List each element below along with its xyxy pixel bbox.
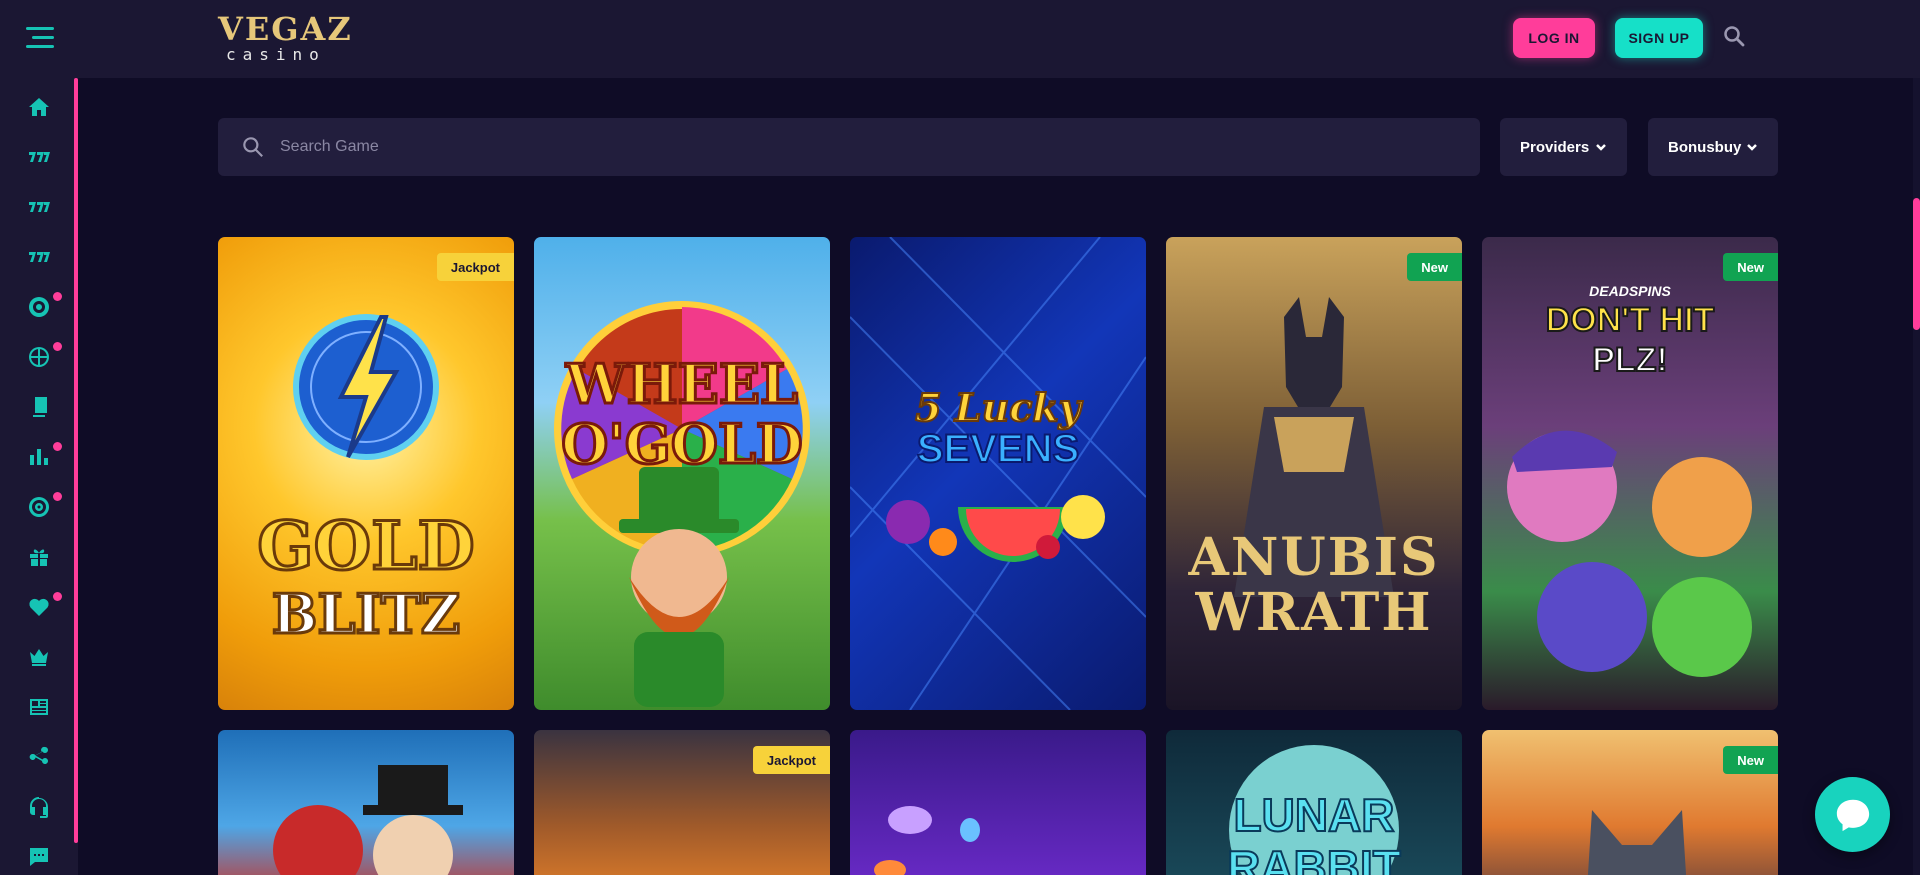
game-subtitle: PLZ!	[1591, 340, 1669, 380]
game-title: WHEEL	[565, 351, 800, 418]
crown-icon	[30, 649, 48, 666]
game-card[interactable]	[850, 730, 1146, 875]
game-subtitle: SEVENS	[916, 426, 1080, 472]
brand-logo[interactable]: VEGAZ casino	[218, 10, 353, 64]
search-icon	[243, 137, 263, 157]
notification-dot	[53, 492, 62, 501]
providers-label: Providers	[1520, 138, 1590, 156]
sidebar-item-slots-2[interactable]	[0, 182, 78, 232]
sidebar-item-news[interactable]	[0, 682, 78, 732]
sidebar-item-missions[interactable]	[0, 482, 78, 532]
sidebar-item-slots-3[interactable]	[0, 232, 78, 282]
logo-wordmark: VEGAZ	[218, 10, 353, 48]
sidebar-item-table-games[interactable]	[0, 382, 78, 432]
bar-chart-icon	[30, 449, 48, 465]
basketball-icon	[29, 347, 49, 367]
signup-button[interactable]: SIGN UP	[1615, 18, 1703, 58]
hamburger-menu-icon[interactable]	[26, 27, 54, 49]
game-card-wheel-o-gold[interactable]: WHEEL O'GOLD	[534, 237, 830, 710]
casino-chip-icon	[29, 297, 49, 317]
sidebar-item-support[interactable]	[0, 782, 78, 832]
game-provider: DEADSPINS	[1589, 283, 1671, 299]
chevron-down-icon	[1747, 144, 1757, 151]
jackpot-badge: Jackpot	[752, 746, 830, 774]
game-card-dont-hit-plz[interactable]: DEADSPINS DON'T HIT PLZ! New	[1482, 237, 1778, 710]
slots-777-icon	[29, 152, 50, 162]
sidebar-item-live-casino[interactable]	[0, 282, 78, 332]
game-title: 5 Lucky	[914, 384, 1082, 431]
cards-icon	[31, 397, 47, 417]
notification-dot	[53, 442, 62, 451]
game-card-5-lucky-sevens[interactable]: 5 Lucky SEVENS	[850, 237, 1146, 710]
cartoon-characters	[1507, 430, 1752, 677]
sidebar-item-affiliate[interactable]	[0, 732, 78, 782]
sidebar-item-sports[interactable]	[0, 332, 78, 382]
fruits-icon	[886, 495, 1105, 562]
new-badge: New	[1723, 253, 1778, 281]
chat-icon	[30, 848, 48, 866]
game-card-gold-blitz[interactable]: GOLD BLITZ Jackpot	[218, 237, 514, 710]
headset-icon	[30, 797, 48, 818]
light-streaks	[850, 237, 1146, 710]
game-card-anubis-wrath[interactable]: ANUBIS WRATH New	[1166, 237, 1462, 710]
game-card[interactable]: Jackpot	[534, 730, 830, 875]
providers-dropdown[interactable]: Providers	[1500, 118, 1627, 176]
game-characters	[273, 765, 463, 875]
sidebar-item-statistics[interactable]	[0, 432, 78, 482]
sidebar-item-favorites[interactable]	[0, 582, 78, 632]
wolf-character	[1587, 810, 1687, 875]
slots-777-icon	[29, 202, 50, 212]
notification-dot	[53, 292, 62, 301]
game-title: GOLD	[256, 506, 477, 587]
sidebar-item-promotions[interactable]	[0, 532, 78, 582]
game-subtitle: BLITZ	[270, 581, 461, 648]
heart-icon	[29, 598, 49, 616]
game-card[interactable]: New	[1482, 730, 1778, 875]
logo-subtitle: casino	[226, 45, 326, 64]
home-icon	[29, 98, 49, 116]
gift-icon	[30, 549, 48, 566]
lightning-orb-icon	[293, 314, 439, 460]
jackpot-badge: Jackpot	[436, 253, 514, 281]
chat-bubble-icon	[1836, 799, 1869, 831]
login-button[interactable]: LOG IN	[1513, 18, 1595, 58]
sidebar-item-slots[interactable]	[0, 132, 78, 182]
game-subtitle: WRATH	[1195, 582, 1433, 643]
search-icon[interactable]	[1722, 24, 1746, 48]
leprechaun-character	[619, 467, 739, 707]
notification-dot	[53, 342, 62, 351]
live-chat-button[interactable]	[1815, 777, 1890, 852]
notification-dot	[53, 592, 62, 601]
sidebar	[0, 0, 78, 875]
game-title: DON'T HIT	[1545, 300, 1716, 340]
sidebar-item-home[interactable]	[0, 82, 78, 132]
bonusbuy-dropdown[interactable]: Bonusbuy	[1648, 118, 1778, 176]
new-badge: New	[1407, 253, 1462, 281]
game-title: LUNAR	[1233, 788, 1396, 842]
top-header: VEGAZ casino LOG IN SIGN UP	[78, 0, 1920, 78]
game-search-bar	[218, 118, 1480, 176]
share-network-icon	[29, 746, 48, 764]
game-card-lunar-rabbit[interactable]: LUNAR RABBIT	[1166, 730, 1462, 875]
slots-777-icon	[29, 252, 50, 262]
game-title: ANUBIS	[1188, 527, 1440, 588]
game-subtitle: RABBIT	[1226, 840, 1402, 875]
gems-icon	[874, 806, 980, 875]
newspaper-icon	[30, 699, 48, 715]
sidebar-item-vip[interactable]	[0, 632, 78, 682]
new-badge: New	[1723, 746, 1778, 774]
sidebar-item-chat[interactable]	[0, 832, 78, 875]
bonusbuy-label: Bonusbuy	[1668, 138, 1742, 156]
page-scrollbar-thumb[interactable]	[1913, 198, 1920, 330]
sidebar-accent-bar	[74, 78, 78, 843]
target-icon	[29, 497, 49, 517]
chevron-down-icon	[1596, 144, 1606, 151]
game-card[interactable]	[218, 730, 514, 875]
sidebar-nav	[0, 82, 78, 875]
search-game-input[interactable]	[280, 138, 1380, 156]
